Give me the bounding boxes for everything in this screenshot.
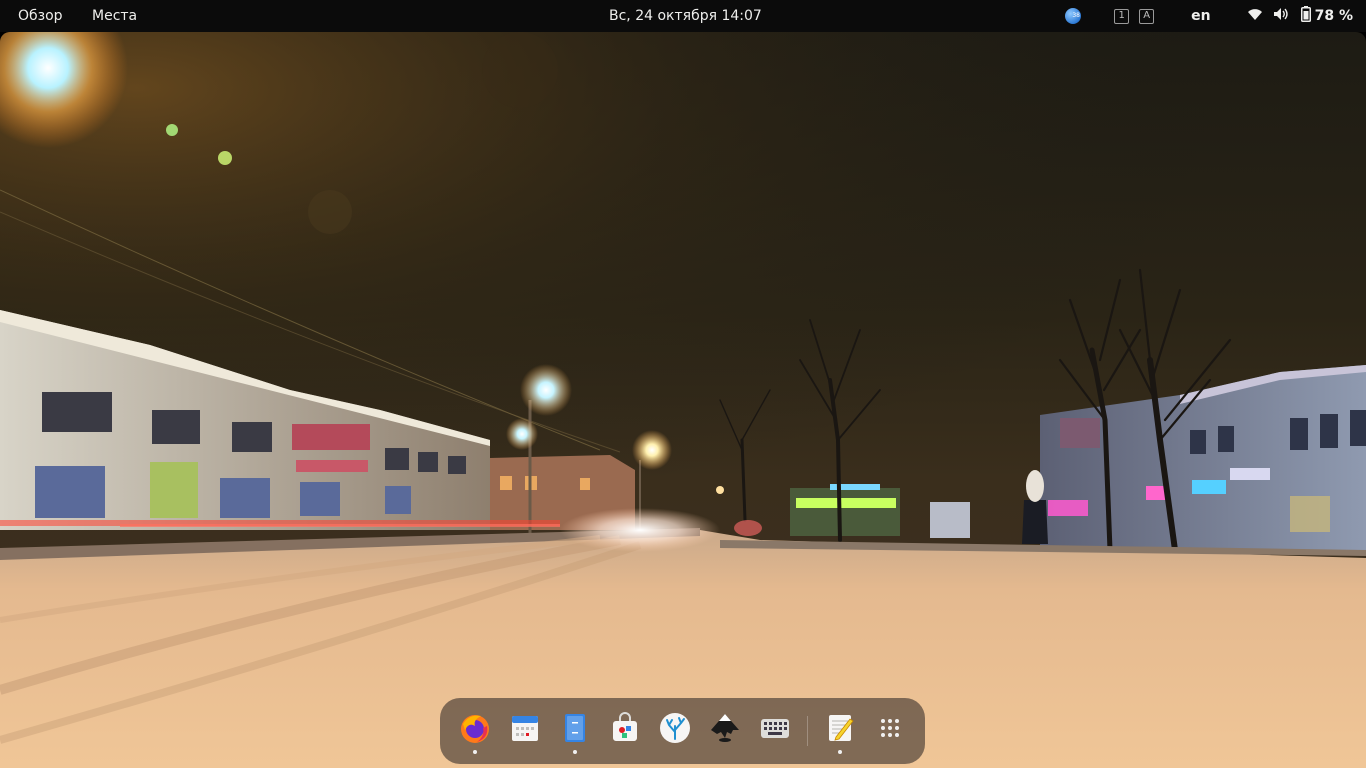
system-tray: 38 1 A en 78 %	[1060, 0, 1358, 32]
system-menu-button[interactable]: 78 %	[1242, 0, 1358, 32]
caps-lock-indicator: A	[1139, 8, 1155, 24]
inkscape-icon	[709, 714, 741, 748]
volume-icon	[1273, 7, 1289, 25]
software-store-icon	[609, 712, 641, 748]
dash-dock	[440, 698, 925, 764]
dock-app-inkscape[interactable]	[709, 712, 741, 744]
activities-button[interactable]: Обзор	[10, 0, 71, 32]
wifi-icon	[1247, 7, 1263, 25]
keyboard-indicators[interactable]: 1 A	[1104, 0, 1164, 32]
show-applications-button[interactable]	[874, 712, 906, 744]
num-lock-indicator: 1	[1114, 8, 1130, 24]
keyboard-layout-indicator[interactable]: en	[1186, 0, 1215, 32]
firefox-icon	[459, 715, 491, 748]
dock-app-calendar[interactable]	[509, 712, 541, 744]
app-grid-icon	[874, 719, 906, 748]
calendar-icon	[509, 716, 541, 748]
dock-app-keyboard[interactable]	[759, 712, 791, 744]
dock-app-files[interactable]	[559, 712, 591, 744]
notification-count: 38	[1072, 12, 1080, 19]
dock-separator	[807, 716, 808, 746]
battery-icon	[1300, 6, 1311, 26]
keyboard-app-icon	[759, 719, 791, 748]
notification-badge-icon: 38	[1065, 8, 1082, 24]
running-indicator	[573, 750, 577, 754]
places-menu-button[interactable]: Места	[84, 0, 145, 32]
date-time-button[interactable]: Вс, 24 октября 14:07	[601, 0, 770, 32]
coral-app-icon	[659, 713, 691, 748]
dock-app-software[interactable]	[609, 712, 641, 744]
top-bar: Обзор Места Вс, 24 октября 14:07 38 1 A …	[0, 0, 1366, 32]
wallpaper-image	[0, 32, 1366, 768]
battery-percentage: 78 %	[1314, 8, 1353, 24]
dock-app-coral[interactable]	[659, 712, 691, 744]
text-editor-icon	[824, 715, 856, 748]
desktop-background	[0, 32, 1366, 768]
running-indicator	[838, 750, 842, 754]
dock-app-firefox[interactable]	[459, 712, 491, 744]
notification-indicator[interactable]: 38	[1060, 0, 1086, 32]
running-indicator	[473, 750, 477, 754]
dock-app-text-editor[interactable]	[824, 712, 856, 744]
file-manager-icon	[559, 714, 591, 748]
